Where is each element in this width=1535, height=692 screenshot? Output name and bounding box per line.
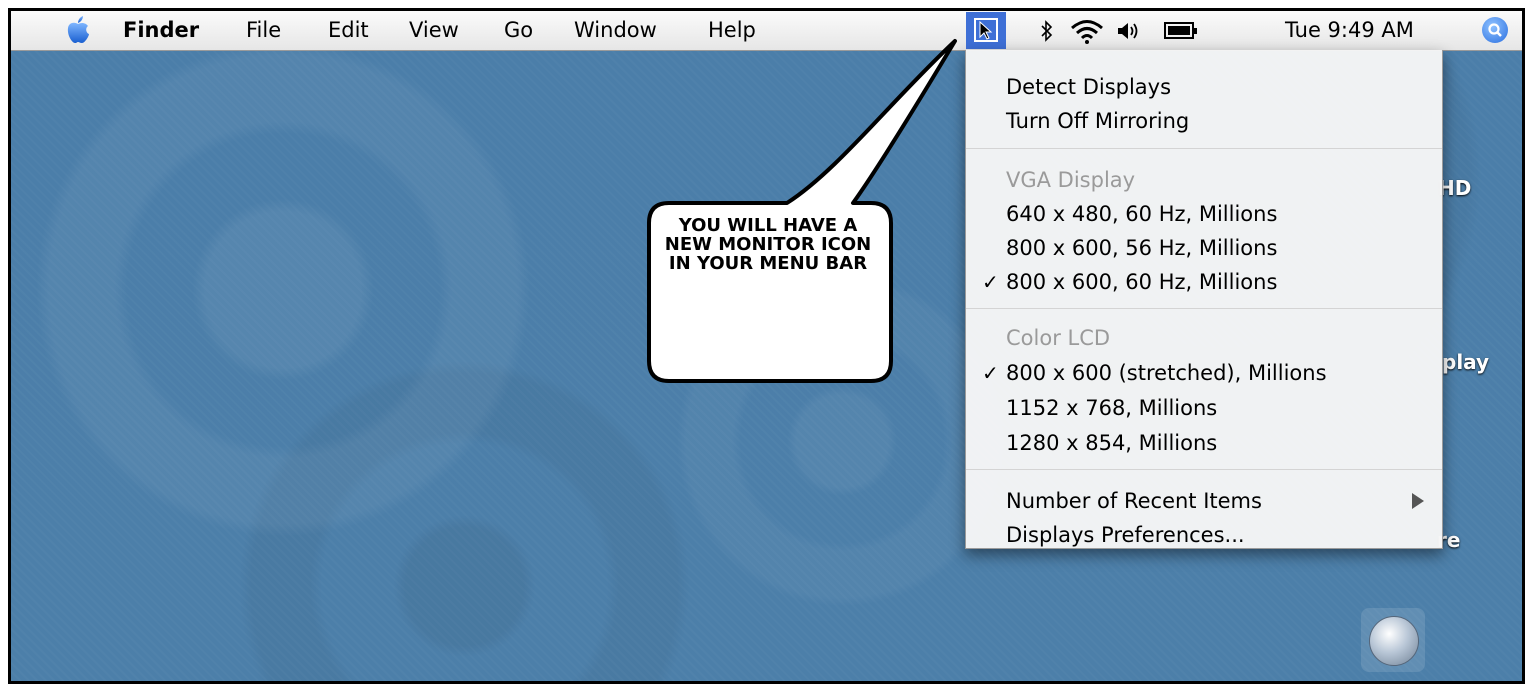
callout-text: YOU WILL HAVE A NEW MONITOR ICON IN YOUR… — [664, 215, 872, 274]
screenshot-frame: HD play re Finder File Edit View Go Wind… — [8, 8, 1525, 684]
callout-bubble — [647, 39, 957, 383]
